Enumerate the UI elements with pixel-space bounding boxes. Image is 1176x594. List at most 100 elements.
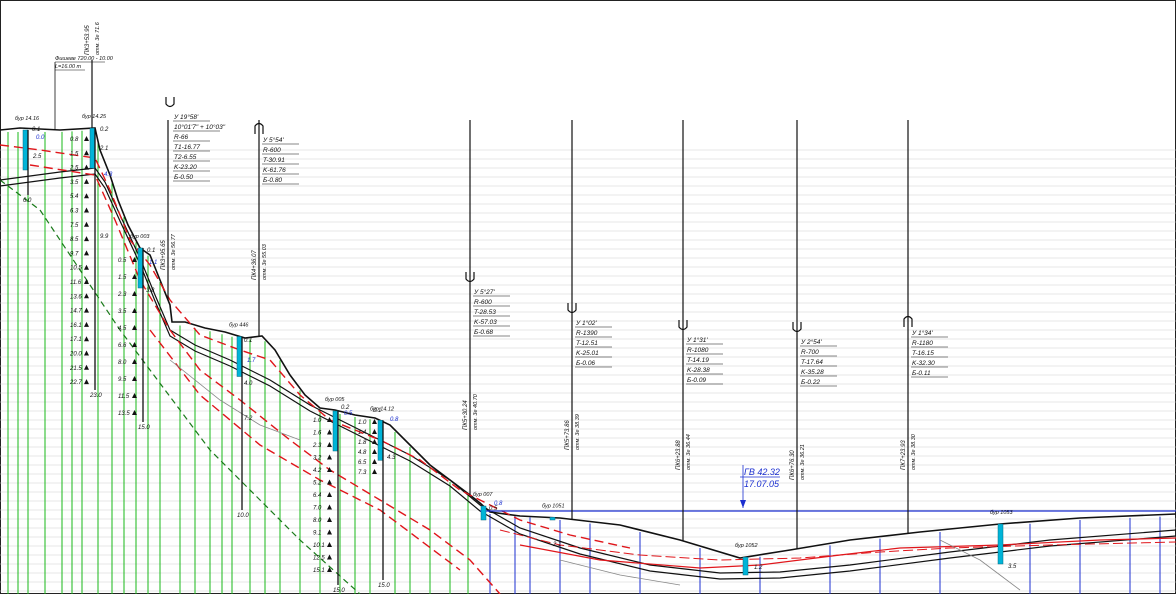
curve-block-5: У 1°31' R-1080 T-14.19 K-28.38 Б-0.09 (678, 320, 723, 385)
depth-mark-value: 21.5 (69, 366, 82, 372)
bh2-water-label: 4.3 (104, 172, 113, 178)
borehole-label: бур 14.16 (15, 116, 40, 122)
top-note-line1: Фишеве 720.00 - 10.00 (55, 56, 114, 62)
curve-block-2: У 5°54' R-600 T-30.91 K-61.76 Б-0.80 (254, 122, 299, 185)
layer-boundary-5 (499, 529, 1176, 561)
sample-triangle-icon (327, 542, 332, 547)
borehole-label: бур 005 (325, 397, 345, 403)
curve-block-7: У 1°34' R-1180 T-16.15 K-32.30 Б-0.11 (903, 315, 948, 378)
depth-mark-value: 1.5 (118, 275, 127, 281)
curve-param: У 19°58' (173, 113, 199, 121)
sample-triangle-icon (84, 279, 89, 284)
sample-triangle-icon (84, 193, 89, 199)
bh6-depth-marks: 1.0 1.4 1.8 4.8 6.5 7.3 (358, 419, 377, 476)
sample-triangle-icon (84, 307, 89, 313)
depth-mark-value: 3.5 (70, 180, 79, 186)
borehole-well (22, 129, 29, 171)
borehole-label: бур 1053 (990, 510, 1013, 516)
borehole-label: бур 446 (229, 323, 249, 329)
depth-mark-value: 8.0 (313, 518, 322, 524)
picket-elevation: отм. 3е 38.39 (575, 414, 581, 450)
borehole-depth: 15.0 (333, 588, 345, 594)
borehole-depth: 23.0 (89, 393, 102, 399)
depth-mark-value: 5.4 (70, 194, 79, 200)
bh1-water-label: 0.0 (36, 135, 45, 141)
sample-triangle-icon (327, 504, 332, 510)
curve-param: R-1180 (912, 340, 933, 347)
depth-mark-value: 3.5 (118, 309, 127, 315)
borehole-well (377, 420, 384, 461)
sample-triangle-icon (84, 250, 89, 256)
picket-elevation: отм. 3е 40.70 (473, 393, 479, 430)
borehole-label: бур 003 (130, 234, 150, 240)
depth-mark-value: 7.0 (313, 506, 322, 512)
curve-param: T1-16.77 (174, 144, 200, 151)
borehole-depth: 10.0 (237, 513, 249, 519)
depth-mark-value: 15.1 (313, 568, 325, 574)
curve-param: K-23.20 (174, 164, 197, 171)
bh3-b-label: 3.8 (146, 288, 155, 294)
sample-triangle-icon (372, 459, 377, 464)
curve-param: R-1390 (576, 330, 598, 337)
sample-triangle-icon (327, 517, 332, 522)
sample-triangle-icon (327, 442, 332, 447)
bh2-b-label: 2.1 (99, 146, 108, 152)
picket-elevation: отм. 3е 38.30 (911, 433, 917, 470)
curve-param: Б-0.06 (576, 360, 595, 367)
curve-param: T-28.53 (474, 309, 496, 316)
sample-triangle-icon (327, 479, 332, 485)
sample-triangle-icon (327, 529, 332, 535)
curve-param: У 1°34' (911, 329, 933, 337)
curve-block-6: У 2°54' R-700 T-17.64 K-35.28 Б-0.22 (792, 322, 837, 387)
sample-triangle-icon (84, 379, 89, 385)
curve-param: R-1080 (687, 347, 709, 354)
curve-param: Б-0.11 (912, 370, 931, 377)
curve-param: K-25.01 (576, 350, 599, 357)
borehole-well (742, 556, 749, 576)
bh2-c-label: 9.9 (100, 234, 109, 240)
picket-elevation: отм. 3е 71.6 (95, 21, 101, 55)
depth-mark-value: 1.0 (313, 418, 322, 424)
sample-triangle-icon (372, 469, 377, 474)
curve-param: У 5°54' (262, 136, 284, 144)
picket-label: ПК5+73.86 (565, 420, 571, 450)
picket-label: ПК4+36.07 (252, 250, 258, 280)
borehole-label: бур 14.25 (82, 114, 107, 120)
curve-param: K-35.28 (801, 369, 824, 376)
curve-param: T-14.19 (687, 357, 709, 364)
depth-mark-value: 4.2 (313, 468, 322, 474)
picket-elevation: отм. 3е 36.21 (800, 444, 806, 480)
depth-mark-value: 8.5 (70, 237, 79, 243)
depth-mark-value: 10.5 (70, 266, 82, 272)
bh3-top-label: 0.1 (147, 248, 155, 254)
depth-mark-value: 17.1 (70, 337, 82, 343)
sample-triangle-icon (84, 321, 89, 327)
depth-mark-value: 7.3 (358, 470, 367, 476)
borehole-depth: 6.0 (23, 198, 32, 204)
curve-param: R-600 (474, 299, 492, 306)
depth-mark-value: 6.5 (358, 460, 367, 466)
depth-mark-value: 13.5 (118, 411, 130, 417)
picket-1: ПК3+53.95 отм. 3е 71.6 (85, 21, 101, 129)
curve-block-1: У 19°58' 10°01'7" + 10°03" R-66 T1-16.77 T2-… (165, 97, 226, 182)
bh2-top-label: 0.2 (100, 127, 109, 133)
curve-param: R-66 (174, 134, 188, 141)
depth-mark-value: 4.5 (118, 326, 127, 332)
depth-mark-value: 2.3 (312, 443, 322, 449)
picket-4: ПК5+30.24 отм. 3е 40.70 (463, 120, 479, 495)
water-level-date: 17.07.05 (744, 479, 780, 489)
depth-mark-value: 0.8 (70, 137, 79, 143)
picket-label: ПК3+53.95 (85, 25, 91, 55)
depth-mark-value: 9.5 (118, 377, 127, 383)
drawing-frame (0, 0, 1176, 594)
picket-elevation: отм. 3е 56.77 (171, 233, 177, 270)
sample-triangle-icon (84, 221, 89, 227)
right-label-a: 3.5 (1008, 564, 1017, 570)
curve-block-4: У 1°02' R-1390 T-12.51 K-25.01 Б-0.06 (567, 303, 612, 368)
borehole-well (137, 247, 144, 289)
depth-mark-value: 8.0 (118, 360, 127, 366)
bh7-b-label: 0.5 (489, 506, 498, 512)
curve-param: Б-0.22 (801, 379, 820, 386)
borehole-well (549, 517, 556, 521)
bh6-water-label: 0.8 (390, 417, 399, 423)
